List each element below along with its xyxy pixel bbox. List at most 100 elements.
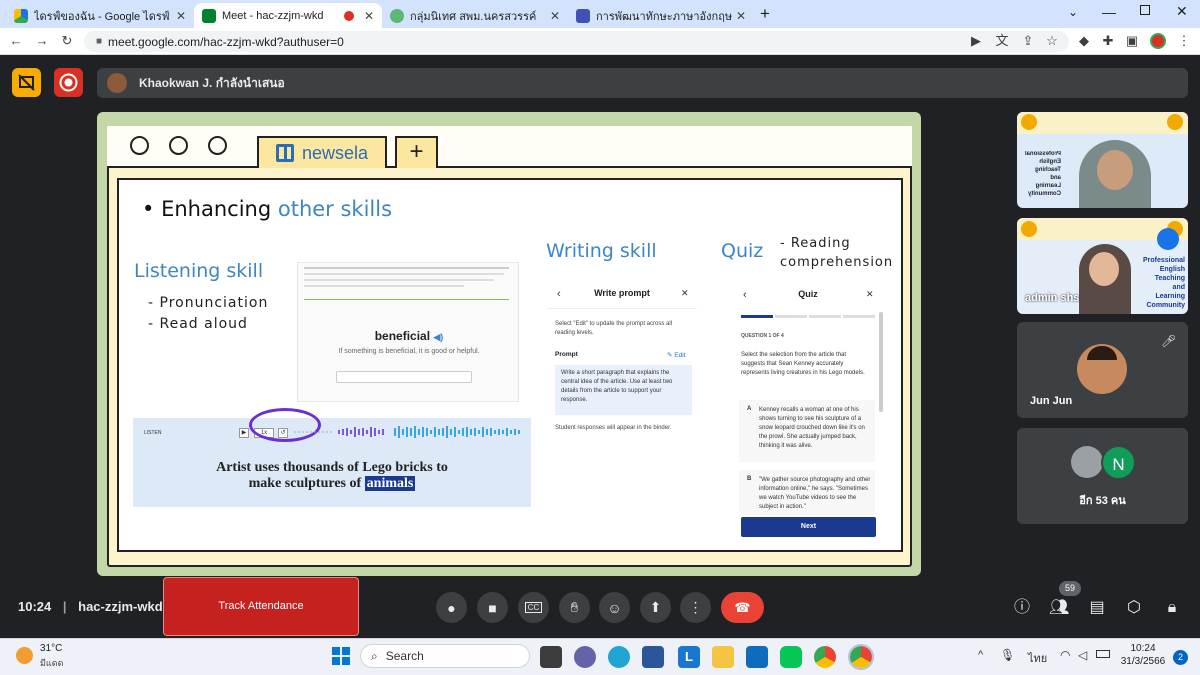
chrome-active-icon[interactable]: [848, 644, 874, 670]
volume-icon[interactable]: ◁: [1078, 648, 1087, 662]
word-icon[interactable]: [642, 646, 664, 668]
question-number: QUESTION 1 OF 4: [741, 333, 784, 339]
tab-supervision-group[interactable]: กลุ่มนิเทศ สพม.นครสวรรค์ ✕: [382, 3, 568, 28]
new-tab-button[interactable]: +: [760, 4, 770, 24]
close-icon[interactable]: ✕: [736, 9, 746, 23]
play-icon[interactable]: ▶: [239, 428, 249, 438]
mic-off-icon: 🎤︎: [1161, 334, 1177, 348]
track-attendance-button[interactable]: Track Attendance: [163, 577, 359, 636]
microphone-tray-icon[interactable]: 🎙︎: [1000, 648, 1015, 662]
reload-icon[interactable]: ↻: [59, 33, 75, 49]
meeting-details-icon[interactable]: ⓘ: [1012, 598, 1032, 618]
lock-icon: ■: [96, 36, 103, 47]
heading-part1: Enhancing: [161, 197, 272, 221]
more-participants-label: อีก 53 คน: [1079, 495, 1126, 507]
present-button[interactable]: ⬆: [640, 592, 671, 623]
chrome-icon[interactable]: [814, 646, 836, 668]
notification-badge[interactable]: 2: [1173, 650, 1188, 665]
heading-part2: other skills: [277, 197, 393, 221]
battery-icon[interactable]: [1096, 650, 1110, 658]
captions-button[interactable]: CC: [518, 592, 549, 623]
close-icon[interactable]: ✕: [176, 9, 186, 23]
next-button[interactable]: Next: [741, 517, 876, 537]
present-screen-icon: ⬆: [649, 599, 662, 615]
forward-icon[interactable]: →: [34, 33, 50, 49]
search-label: Search: [385, 649, 424, 663]
clock-date[interactable]: 31/3/2566: [1118, 656, 1168, 667]
progress-step: [809, 315, 841, 318]
chat-icon[interactable]: ▤: [1087, 598, 1107, 618]
tab-english-development[interactable]: การพัฒนาทักษะภาษาอังกฤษ English ✕: [568, 3, 754, 28]
scrollbar[interactable]: [879, 312, 883, 412]
sidebar-icon[interactable]: ▣: [1124, 33, 1140, 49]
app-l-icon[interactable]: L: [678, 646, 700, 668]
maximize-button[interactable]: [1140, 5, 1150, 15]
wifi-icon[interactable]: ◠: [1060, 648, 1070, 662]
participant-tile-1[interactable]: Professional English Teaching and Learni…: [1017, 112, 1188, 208]
chevron-down-icon[interactable]: ⌄: [1068, 5, 1078, 19]
raise-hand-button[interactable]: ✋︎: [559, 592, 590, 623]
participant-tile-3[interactable]: 🎤︎ Jun Jun: [1017, 322, 1188, 418]
minimize-button[interactable]: —: [1102, 4, 1116, 20]
mail-icon[interactable]: [746, 646, 768, 668]
microphone-button[interactable]: ●: [436, 592, 467, 623]
address-bar[interactable]: ■ meet.google.com/hac-zzjm-wkd?authuser=…: [84, 31, 1069, 52]
answer-option-a[interactable]: A Kenney recalls a woman at one of his s…: [739, 400, 875, 462]
host-controls-icon[interactable]: 🔒︎: [1162, 598, 1182, 618]
headline-line1: Artist uses thousands of Lego bricks to: [216, 460, 448, 475]
close-window-button[interactable]: ✕: [1176, 3, 1188, 20]
extension-avatar-icon[interactable]: ◆: [1076, 33, 1092, 49]
people-count-badge: 59: [1059, 581, 1081, 596]
tab-google-drive[interactable]: ไดรฟ์ของฉัน - Google ไดรฟ์ ✕: [6, 3, 194, 28]
more-menu-icon[interactable]: ⋮: [1176, 33, 1192, 49]
presentation-off-button[interactable]: [12, 68, 41, 97]
edit-link[interactable]: ✎ Edit: [667, 351, 685, 359]
camera-in-use-icon[interactable]: ▶: [968, 33, 984, 49]
teams-chat-icon[interactable]: [574, 646, 596, 668]
line-app-icon[interactable]: [780, 646, 802, 668]
close-icon[interactable]: ✕: [550, 9, 560, 23]
recording-dot-icon: [343, 10, 354, 21]
more-options-button[interactable]: ⋮: [680, 592, 711, 623]
tab-meet[interactable]: Meet - hac-zzjm-wkd ✕: [194, 3, 382, 28]
speaker-icon[interactable]: ◀): [433, 332, 443, 342]
write-prompt-footer: Student responses will appear in the bin…: [555, 425, 672, 431]
weather-sun-icon[interactable]: [16, 647, 33, 664]
article-screenshot: beneficial ◀) If something is beneficial…: [297, 262, 519, 402]
vocab-word: beneficial: [374, 329, 431, 343]
bookmark-star-icon[interactable]: ☆: [1044, 33, 1060, 49]
windows-start-icon[interactable]: [332, 647, 350, 665]
hand-icon: ✋︎: [570, 599, 579, 615]
close-icon[interactable]: ✕: [681, 288, 689, 299]
recording-button[interactable]: [54, 68, 83, 97]
listening-title: Listening skill: [134, 260, 264, 282]
more-participants-tile[interactable]: N อีก 53 คน: [1017, 428, 1188, 524]
task-view-icon[interactable]: [540, 646, 562, 668]
activities-icon[interactable]: ⬡: [1124, 598, 1144, 618]
input-language[interactable]: ไทย: [1028, 649, 1047, 667]
tab-title: ไดรฟ์ของฉัน - Google ไดรฟ์: [34, 10, 170, 23]
answer-option-b[interactable]: B "We gather source photography and othe…: [739, 470, 875, 515]
share-icon[interactable]: ⇪: [1020, 33, 1036, 49]
puzzle-extensions-icon[interactable]: ✚: [1100, 33, 1116, 49]
taskbar-search[interactable]: ⌕ Search: [360, 644, 530, 668]
participant-tile-2[interactable]: Professional English Teaching and Learni…: [1017, 218, 1188, 314]
close-icon[interactable]: ✕: [364, 9, 374, 23]
people-icon[interactable]: 👥︎: [1049, 598, 1069, 618]
audio-waveform: [294, 426, 520, 438]
leave-call-button[interactable]: ☎: [721, 592, 764, 623]
translate-icon[interactable]: 文: [994, 33, 1010, 49]
close-icon[interactable]: ✕: [866, 289, 874, 300]
chevron-up-icon[interactable]: ^: [978, 649, 983, 661]
tab-title: การพัฒนาทักษะภาษาอังกฤษ English: [596, 10, 732, 23]
reactions-button[interactable]: ☺: [599, 592, 630, 623]
participant-name: Jun Jun: [1030, 395, 1073, 407]
profile-avatar[interactable]: [1150, 33, 1166, 49]
camera-button[interactable]: ■: [477, 592, 508, 623]
file-explorer-icon[interactable]: [712, 646, 734, 668]
participant-face: [1097, 150, 1133, 190]
clock-time[interactable]: 10:24: [1118, 643, 1168, 654]
edge-icon[interactable]: [608, 646, 630, 668]
back-icon[interactable]: ←: [8, 33, 24, 49]
participant-face: [1089, 252, 1119, 286]
